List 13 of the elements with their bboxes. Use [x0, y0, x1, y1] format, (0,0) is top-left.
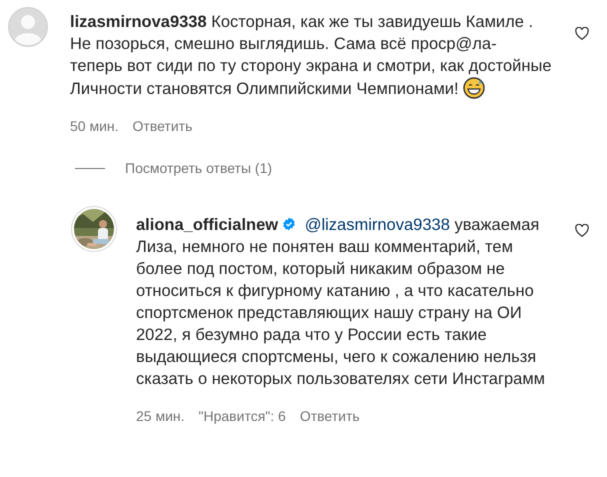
- comment-time: 50 мин.: [70, 118, 119, 134]
- reply-link[interactable]: Ответить: [132, 118, 192, 134]
- likes-count[interactable]: "Нравится": 6: [198, 408, 286, 424]
- username-link[interactable]: aliona_officialnew: [136, 216, 278, 234]
- username-link[interactable]: lizasmirnova9338: [70, 13, 207, 31]
- heart-icon[interactable]: [575, 224, 589, 237]
- mention-link[interactable]: @lizasmirnova9338: [304, 216, 450, 234]
- reply-link[interactable]: Ответить: [300, 408, 360, 424]
- heart-icon[interactable]: [575, 27, 589, 40]
- comment-text: lizasmirnova9338 Косторная, как же ты завидуешь Камиле . Не позорься, смешно выглядишь. Сама всё проср@ла- теперь вот сиди по ту сторону экрана и смотри, как достойные Личности становятся Олимпийскими Чемпионами!: [70, 12, 552, 100]
- view-replies-link[interactable]: Посмотреть ответы (1): [125, 160, 272, 176]
- comment-text: aliona_officialnew @lizasmirnova9338 уважаемая Лиза, немного не понятен ваш комментарий, тем более под постом, который никаким образом не относиться к фигурному катанию , а что касательно спортсменок представляющих нашу страну на ОИ 2022, я безумно рада что у России есть такие выдающиеся спортсмены, чего к сожалению нельзя сказать о некоторых пользователях сети Инстаграмм: [136, 215, 546, 390]
- comment-time: 25 мин.: [136, 408, 185, 424]
